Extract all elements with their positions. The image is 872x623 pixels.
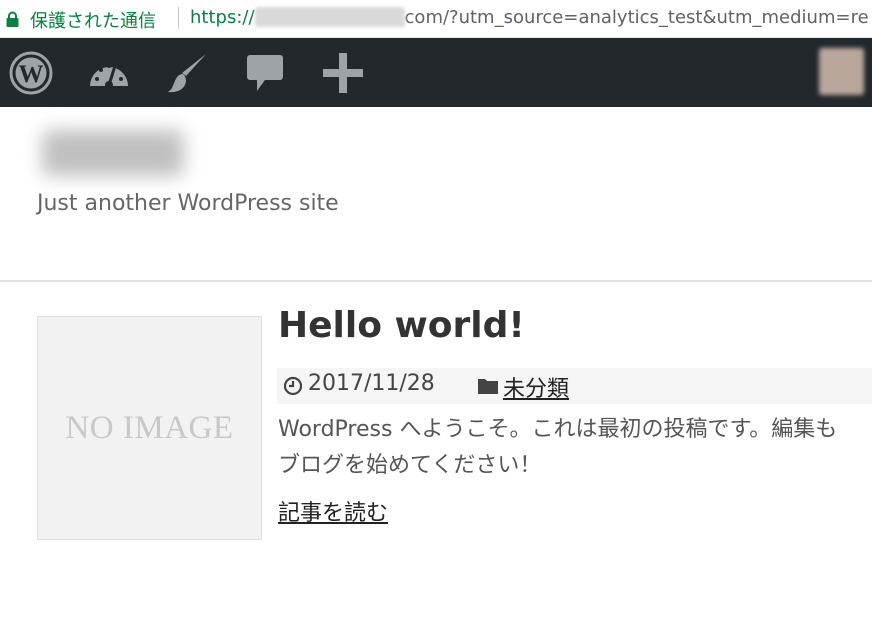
site-description: Just another WordPress site [37,191,339,216]
no-image-placeholder-text: NO IMAGE [65,409,234,446]
lock-icon [6,11,19,27]
site-title-redacted[interactable] [36,124,190,182]
comments-icon[interactable] [242,38,288,107]
svg-text:W: W [19,61,44,88]
redacted-domain [254,7,405,27]
new-content-plus-icon[interactable] [320,38,366,107]
folder-icon [477,377,499,399]
wp-admin-bar: W [0,38,872,107]
clock-icon [283,376,303,400]
header-divider [0,280,872,282]
secure-connection-label[interactable]: 保護された通信 [30,7,156,33]
excerpt-line-2: ブログを始めてください！ [278,453,542,478]
post-date: 2017/11/28 [308,371,435,396]
url-path: com/?utm_source=analytics_test&utm_mediu… [404,7,869,28]
post-thumbnail[interactable]: NO IMAGE [37,316,262,540]
post-meta: 2017/11/28 未分類 [277,368,872,404]
read-more-link[interactable]: 記事を読む [278,495,388,527]
url-text[interactable]: https:// com/?utm_source=analytics_test&u… [190,7,869,28]
customize-brush-icon[interactable] [164,38,210,107]
url-scheme: https:// [190,7,255,28]
post-title[interactable]: Hello world! [278,305,525,346]
excerpt-line-1: WordPress へようこそ。これは最初の投稿です。編集も [278,417,838,442]
post-category-link[interactable]: 未分類 [503,371,569,403]
browser-address-bar[interactable]: 保護された通信 https:// com/?utm_source=analytic… [0,0,872,38]
post-excerpt: WordPress へようこそ。これは最初の投稿です。編集も ブログを始めてくだ… [278,412,872,484]
wordpress-logo-icon[interactable]: W [8,38,54,107]
address-separator [178,7,179,29]
user-avatar[interactable] [819,48,864,95]
dashboard-icon[interactable] [86,38,132,107]
